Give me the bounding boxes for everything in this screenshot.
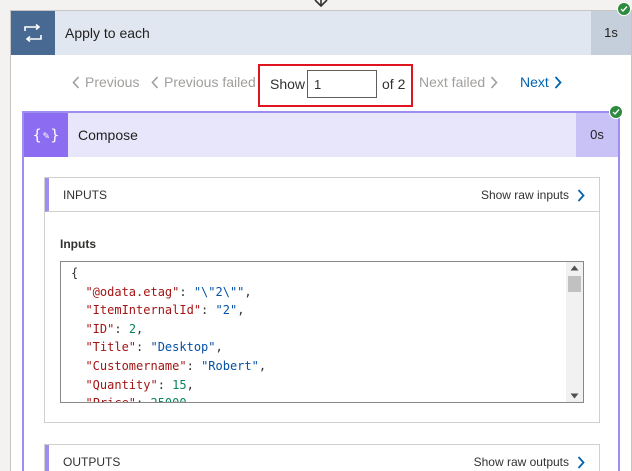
json-key: "Title" xyxy=(85,340,137,355)
show-raw-outputs-label: Show raw outputs xyxy=(473,455,569,469)
json-key: "ItemInternalId" xyxy=(85,303,202,318)
chevron-left-icon xyxy=(72,75,80,89)
chevron-right-icon xyxy=(491,75,498,89)
scrollbar-thumb[interactable] xyxy=(568,276,581,292)
json-open-brace: { xyxy=(71,266,79,280)
json-value: 2 xyxy=(128,321,137,336)
inputs-json-code: { "@odata.etag": "\"2\"", "ItemInternalI… xyxy=(71,264,267,402)
page-number-field xyxy=(307,70,377,98)
chevron-left-icon xyxy=(151,75,159,89)
json-line: "Customername": "Robert", xyxy=(85,358,267,373)
inputs-section: INPUTS Show raw inputs Inputs { "@odata.… xyxy=(44,177,600,423)
json-line: "ItemInternalId": "2", xyxy=(85,303,245,318)
show-raw-outputs-link[interactable]: Show raw outputs xyxy=(474,445,585,471)
scroll-up-icon xyxy=(570,265,579,271)
compose-card: {✎} Compose 0s INPUTS Show raw inputs In… xyxy=(22,111,620,471)
json-key: "Price" xyxy=(85,396,136,402)
apply-to-each-title: Apply to each xyxy=(65,25,150,41)
json-line: "ID": 2, xyxy=(85,321,144,336)
inputs-section-header: INPUTS Show raw inputs xyxy=(45,178,599,212)
next-failed-label: Next failed xyxy=(419,74,486,90)
json-value: "Desktop" xyxy=(150,340,216,355)
outputs-section-header: OUTPUTS Show raw outputs xyxy=(45,445,599,471)
apply-to-each-header[interactable]: Apply to each 1s xyxy=(11,11,631,55)
show-raw-inputs-link[interactable]: Show raw inputs xyxy=(481,178,585,212)
vertical-scrollbar[interactable] xyxy=(566,262,583,402)
compose-icon: {✎} xyxy=(24,113,68,157)
json-line: "Quantity": 15, xyxy=(85,377,194,392)
chevron-right-icon xyxy=(554,75,562,89)
previous-button[interactable]: Previous xyxy=(72,74,139,90)
json-line: "Title": "Desktop", xyxy=(85,340,223,355)
previous-failed-label: Previous failed xyxy=(164,74,256,90)
inputs-json-viewer[interactable]: { "@odata.etag": "\"2\"", "ItemInternalI… xyxy=(60,261,584,403)
compose-title: Compose xyxy=(78,127,138,143)
previous-label: Previous xyxy=(85,74,140,90)
json-key: "Quantity" xyxy=(85,377,158,392)
apply-to-each-duration: 1s xyxy=(591,11,631,55)
outputs-section: OUTPUTS Show raw outputs xyxy=(44,444,600,471)
json-value: "\"2\"" xyxy=(193,284,245,299)
success-check-icon xyxy=(617,2,631,16)
previous-failed-button[interactable]: Previous failed xyxy=(151,74,256,90)
next-label: Next xyxy=(520,74,549,90)
show-raw-inputs-label: Show raw inputs xyxy=(480,188,569,202)
compose-duration: 0s xyxy=(576,113,618,157)
next-button[interactable]: Next xyxy=(520,74,562,90)
json-value: 15 xyxy=(172,377,187,392)
json-value: "2" xyxy=(215,303,238,318)
json-key: "@odata.etag" xyxy=(85,284,180,299)
connector-arrow-icon xyxy=(314,0,328,8)
next-failed-button[interactable]: Next failed xyxy=(419,74,498,90)
loop-icon xyxy=(11,11,55,55)
compose-success-check-icon xyxy=(609,105,623,119)
scroll-down-icon xyxy=(570,393,579,399)
json-line: "@odata.etag": "\"2\"", xyxy=(85,284,252,299)
json-line: "Price": 25000, xyxy=(71,394,266,402)
inputs-label: Inputs xyxy=(60,237,96,251)
inputs-section-title: INPUTS xyxy=(63,188,108,202)
outputs-section-title: OUTPUTS xyxy=(63,455,121,469)
chevron-right-icon xyxy=(577,188,585,202)
json-key: "Customername" xyxy=(85,358,187,373)
json-value: 25000 xyxy=(150,396,186,402)
page-number-input[interactable] xyxy=(307,70,377,98)
json-key: "ID" xyxy=(85,321,115,336)
chevron-right-icon xyxy=(577,455,585,469)
json-value: "Robert" xyxy=(201,358,259,373)
compose-header[interactable]: {✎} Compose 0s xyxy=(24,113,618,157)
